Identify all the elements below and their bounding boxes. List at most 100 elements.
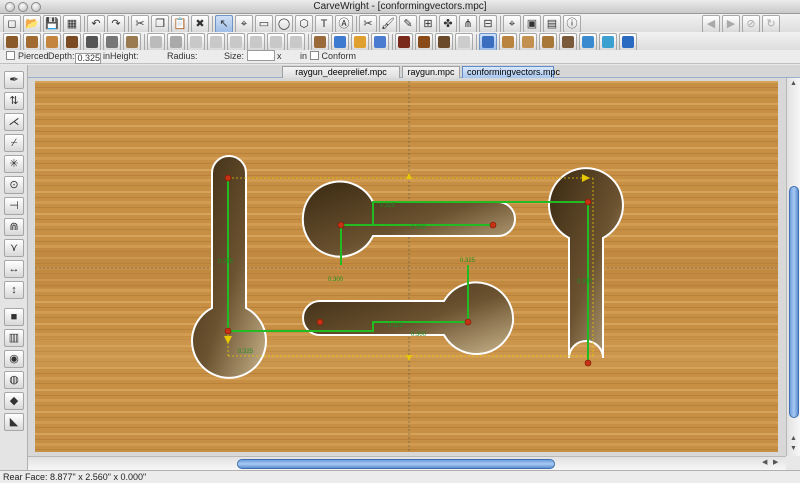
paste-button[interactable]: 📋	[171, 15, 189, 33]
camera-button[interactable]: ⌖	[503, 15, 521, 33]
vertical-scroll-thumb[interactable]	[789, 186, 799, 418]
pen-tool-icon[interactable]: ✒	[4, 71, 24, 89]
tab-conformingvectors[interactable]: conformingvectors.mpc	[462, 66, 560, 78]
star-node-icon[interactable]: ✳	[4, 155, 24, 173]
hierarchy-button[interactable]: ⋔	[459, 15, 477, 33]
board-setup-button[interactable]	[3, 33, 21, 51]
path-end-icon[interactable]: ⊣	[4, 197, 24, 215]
polygon-tool-button[interactable]: ⬡	[295, 15, 313, 33]
corner-tool-icon[interactable]: ◣	[4, 413, 24, 431]
tab-raygun[interactable]: raygun.mpc	[402, 66, 460, 78]
horizontal-line-icon[interactable]: ↔	[4, 260, 24, 278]
close-window-button[interactable]	[5, 2, 15, 12]
open-file-button[interactable]: 📂	[23, 15, 41, 33]
rectangle-tool-button[interactable]: ▭	[255, 15, 273, 33]
board-size-button[interactable]	[43, 33, 61, 51]
draw-line-button[interactable]: ✎	[399, 15, 417, 33]
scale-button[interactable]	[247, 33, 265, 51]
text-tool-button[interactable]: T	[315, 15, 333, 33]
stop-cut-icon[interactable]: ■	[4, 308, 24, 326]
paint-button[interactable]: 🖌	[379, 15, 397, 33]
copy-button[interactable]: ❐	[151, 15, 169, 33]
align-right-button[interactable]	[227, 33, 245, 51]
align-center-button[interactable]	[207, 33, 225, 51]
minimize-window-button[interactable]	[18, 2, 28, 12]
size-width-field[interactable]	[246, 50, 275, 61]
relief-r-button[interactable]	[395, 33, 413, 51]
node-edit-button[interactable]: ⌖	[235, 15, 253, 33]
view-wood-button[interactable]	[499, 33, 517, 51]
new-file-button[interactable]: ◻	[3, 15, 21, 33]
wood-knot-icon[interactable]: ◍	[4, 371, 24, 389]
align-left-button[interactable]	[187, 33, 205, 51]
cut-button[interactable]: ✂	[131, 15, 149, 33]
horizontal-scrollbar[interactable]: ◀ ▶	[28, 456, 786, 470]
fit-board-button[interactable]	[619, 33, 637, 51]
magnet-tool-icon[interactable]: ⋒	[4, 218, 24, 236]
fill-button[interactable]	[351, 33, 369, 51]
bit-depth-button[interactable]	[311, 33, 329, 51]
tab-raygun-deeprelief[interactable]: raygun_deeprelief.mpc	[282, 66, 400, 78]
depth-field[interactable]: 0.325	[74, 53, 101, 64]
board-view[interactable]: 0.325 0.325 0.300 0.300 0.325 0.325 0.30…	[28, 78, 786, 456]
select-tool-button[interactable]: ↖	[215, 15, 233, 33]
wood-board-icon[interactable]: ▥	[4, 329, 24, 347]
camera-view-icon[interactable]: ◉	[4, 350, 24, 368]
scroll-down-icon[interactable]: ▼	[790, 444, 797, 454]
rotate-button[interactable]	[167, 33, 185, 51]
pattern-button[interactable]	[455, 33, 473, 51]
scroll-right-icon[interactable]: ▶	[773, 458, 778, 468]
cutout-button[interactable]: ✂	[359, 15, 377, 33]
material-button[interactable]	[123, 33, 141, 51]
scroll-left-icon[interactable]: ◀	[762, 458, 767, 468]
conform-checkbox[interactable]	[309, 51, 319, 60]
measure-button[interactable]	[267, 33, 285, 51]
node-circle-button[interactable]	[599, 33, 617, 51]
view-3d-button[interactable]: ▤	[543, 15, 561, 33]
pierced-option[interactable]: Pierced	[6, 50, 49, 63]
pierced-checkbox[interactable]	[6, 51, 15, 60]
circle-tool-button[interactable]: ◯	[275, 15, 293, 33]
zoom-tool-button[interactable]	[371, 33, 389, 51]
scroll-up-icon[interactable]: ▲	[790, 79, 797, 89]
vertical-line-icon[interactable]: ↕	[4, 281, 24, 299]
zoom-window-button[interactable]	[31, 2, 41, 12]
export-button[interactable]: ▦	[63, 15, 81, 33]
relief-g-button[interactable]	[435, 33, 453, 51]
cube-icon[interactable]: ◆	[4, 392, 24, 410]
text-on-arc-button[interactable]: Ⓐ	[335, 15, 353, 33]
group-button[interactable]	[287, 33, 305, 51]
bit-settings-button[interactable]	[103, 33, 121, 51]
save-button[interactable]: 💾	[43, 15, 61, 33]
paint-bucket-button[interactable]	[331, 33, 349, 51]
scroll-up-icon-bottom[interactable]: ▲	[790, 434, 797, 444]
board-wood-button[interactable]	[23, 33, 41, 51]
view-top-button[interactable]	[479, 33, 497, 51]
branch-tool-icon[interactable]: ⋎	[4, 239, 24, 257]
mirror-button[interactable]	[147, 33, 165, 51]
puzzle-button[interactable]: ✤	[439, 15, 457, 33]
view-dark-button[interactable]	[559, 33, 577, 51]
bit-select-button[interactable]	[83, 33, 101, 51]
center-tool-icon[interactable]: ⊙	[4, 176, 24, 194]
knife-tool-icon[interactable]: ⌿	[4, 134, 24, 152]
align-vertical-icon[interactable]: ⇅	[4, 92, 24, 110]
horizontal-scroll-thumb[interactable]	[237, 459, 555, 469]
design-canvas[interactable]: 0.325 0.325 0.300 0.300 0.325 0.325 0.30…	[28, 78, 786, 456]
view-texture-button[interactable]	[539, 33, 557, 51]
undo-button[interactable]: ↶	[87, 15, 105, 33]
view-grain-button[interactable]	[519, 33, 537, 51]
redo-button[interactable]: ↷	[107, 15, 125, 33]
vertical-scrollbar[interactable]: ▲ ▲ ▼	[786, 78, 800, 456]
info-button[interactable]: ⓘ	[563, 15, 581, 33]
relief-f-button[interactable]	[415, 33, 433, 51]
carve-preview-button[interactable]	[63, 33, 81, 51]
templates-button[interactable]: ⊟	[479, 15, 497, 33]
vector-path-button[interactable]	[579, 33, 597, 51]
refresh-button[interactable]: ↻	[762, 15, 780, 33]
node-split-icon[interactable]: ⋌	[4, 113, 24, 131]
stop-button[interactable]: ⊘	[742, 15, 760, 33]
view-layout-button[interactable]: ▣	[523, 15, 541, 33]
forward-button[interactable]: ▶	[722, 15, 740, 33]
back-button[interactable]: ◀	[702, 15, 720, 33]
